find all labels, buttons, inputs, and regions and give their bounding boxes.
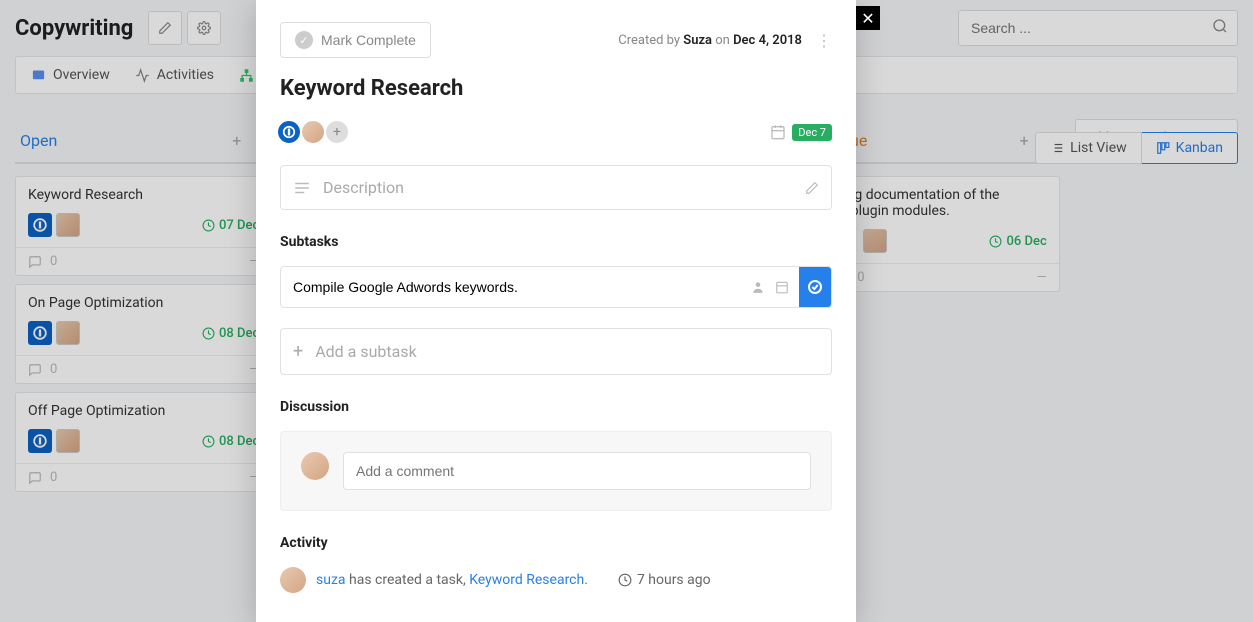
assignee-avatar[interactable]: [276, 119, 302, 145]
add-assignee-button[interactable]: +: [324, 119, 350, 145]
created-by: Created by Suza on Dec 4, 2018: [618, 33, 802, 48]
due-date-badge: Dec 7: [792, 124, 832, 141]
assign-subtask-icon[interactable]: [751, 280, 765, 294]
task-menu-button[interactable]: ⋮: [816, 31, 832, 50]
subtask-input-row: [280, 266, 832, 308]
add-subtask-label: Add a subtask: [315, 342, 417, 361]
comment-input[interactable]: [343, 452, 811, 490]
check-icon: ✓: [295, 31, 313, 49]
task-modal: ✓ Mark Complete Created by Suza on Dec 4…: [256, 0, 856, 622]
task-title: Keyword Research: [280, 76, 832, 101]
activity-row: suza has created a task, Keyword Researc…: [280, 567, 832, 593]
plus-icon: +: [293, 341, 303, 362]
subtask-date-icon[interactable]: [775, 280, 789, 294]
clock-icon: [618, 573, 632, 587]
due-date-selector[interactable]: Dec 7: [770, 124, 832, 141]
add-subtask-button[interactable]: + Add a subtask: [280, 328, 832, 375]
assignees-row: + Dec 7: [280, 119, 832, 145]
activity-time: 7 hours ago: [618, 572, 711, 588]
close-button[interactable]: ✕: [856, 6, 880, 30]
edit-icon[interactable]: [805, 181, 819, 195]
activity-task-link[interactable]: Keyword Research: [469, 572, 584, 588]
mark-complete-label: Mark Complete: [321, 32, 416, 48]
description-icon: [293, 179, 311, 197]
discussion-box: [280, 431, 832, 511]
assignee-avatar[interactable]: [300, 119, 326, 145]
activity-action: has created a task,: [346, 572, 470, 588]
activity-heading: Activity: [280, 535, 832, 551]
calendar-icon: [770, 124, 786, 140]
current-user-avatar: [301, 452, 329, 480]
subtask-save-button[interactable]: [799, 267, 831, 307]
subtask-input[interactable]: [281, 267, 741, 307]
description-placeholder: Description: [323, 178, 793, 197]
activity-user[interactable]: suza: [316, 572, 346, 588]
mark-complete-button[interactable]: ✓ Mark Complete: [280, 22, 431, 58]
description-field[interactable]: Description: [280, 165, 832, 210]
activity-avatar: [280, 567, 306, 593]
subtasks-heading: Subtasks: [280, 234, 832, 250]
discussion-heading: Discussion: [280, 399, 832, 415]
